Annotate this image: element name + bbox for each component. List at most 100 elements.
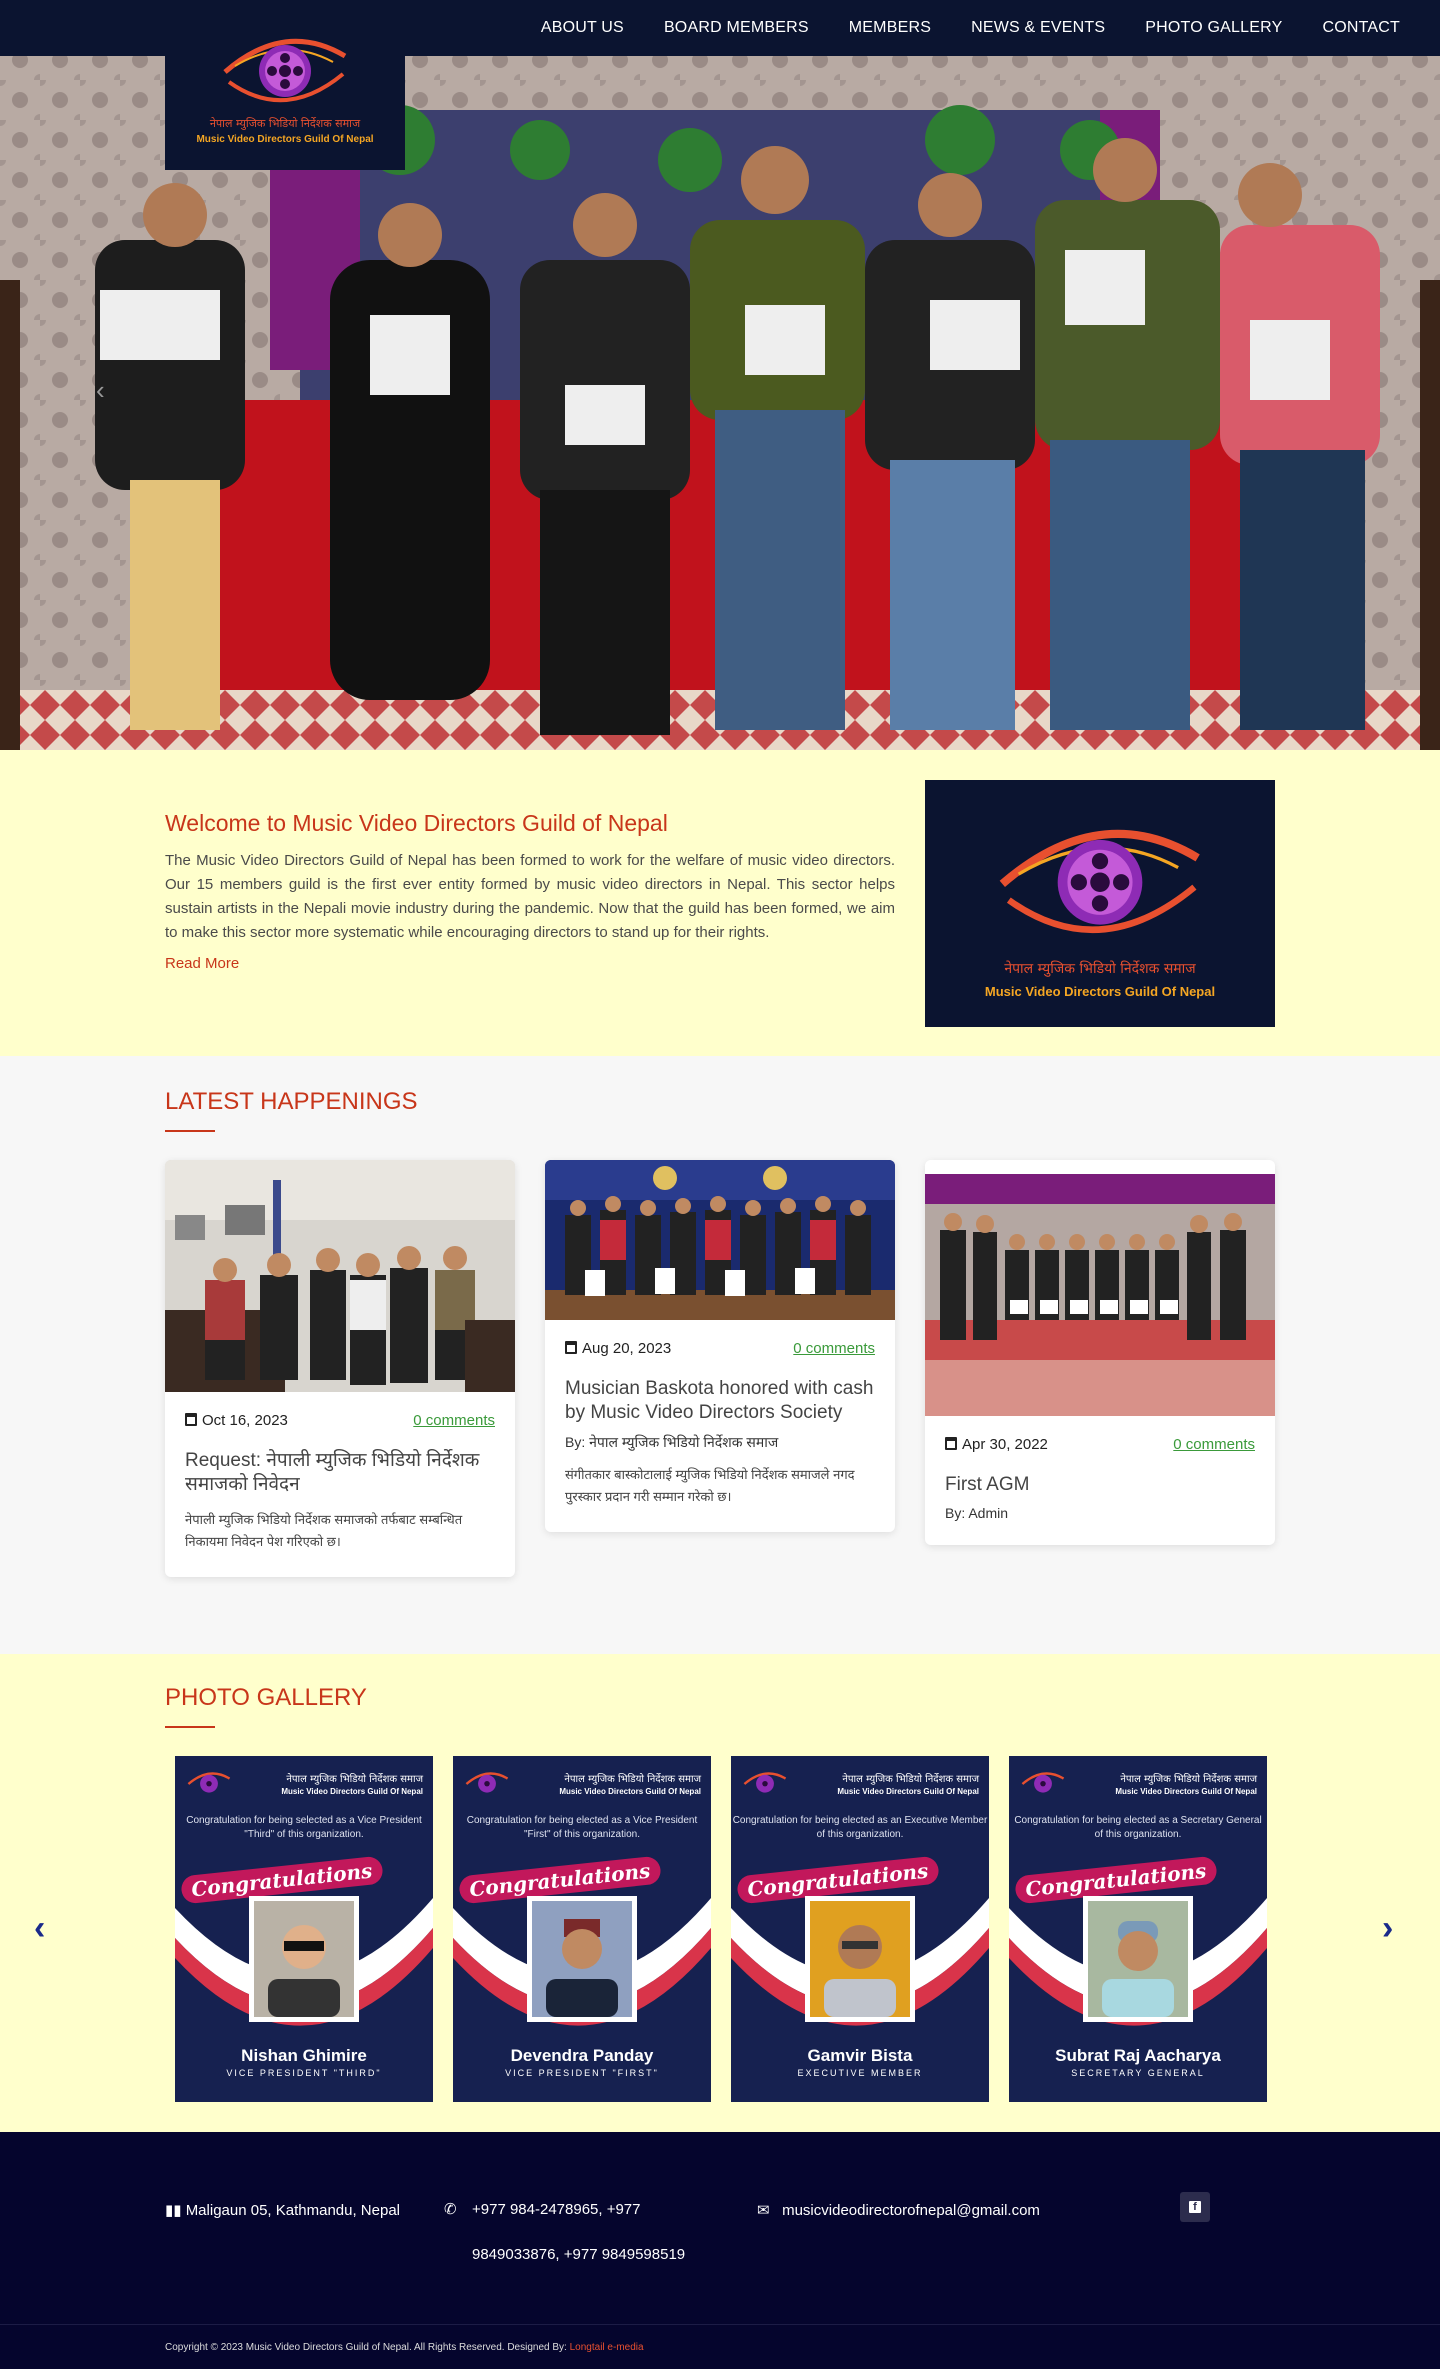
footer-address: ▮▮ Maligaun 05, Kathmandu, Nepal [165,2201,400,2219]
news-card-excerpt: संगीतकार बास्कोटालाई म्युजिक भिडियो निर्… [565,1467,855,1504]
comments-link[interactable]: 0 comments [793,1340,875,1357]
read-more-link[interactable]: Read More [165,955,239,972]
poster-header: नेपाल म्युजिक भिडियो निर्देशक समाज Music … [731,1756,989,1798]
facebook-button[interactable]: f [1180,2192,1210,2222]
section-divider [165,1130,215,1132]
footer-phone: ✆ +977 984-2478965, +977 9849033876, +97… [444,2187,704,2277]
film-reel-eye-logo-icon [187,1772,231,1793]
nav-board-members[interactable]: BOARD MEMBERS [664,19,809,37]
gallery-poster[interactable]: नेपाल म्युजिक भिडियो निर्देशक समाज Music … [175,1756,433,2102]
news-card[interactable]: Apr 30, 2022 0 comments First AGM By: Ad… [925,1160,1275,1545]
poster-logo-nepali: नेपाल म्युजिक भिडियो निर्देशक समाज [286,1773,423,1785]
gallery-prev-arrow-icon[interactable]: ‹ [34,1909,45,1948]
poster-portrait [249,1896,359,2022]
news-card-title[interactable]: Musician Baskota honored with cash by Mu… [545,1357,895,1425]
phone-icon: ✆ [444,2201,457,2218]
welcome-text-block: Welcome to Music Video Directors Guild o… [165,780,895,1027]
section-title-gallery: PHOTO GALLERY [165,1684,367,1711]
news-card-meta: Oct 16, 2023 0 comments [165,1392,515,1429]
poster-logo-nepali: नेपाल म्युजिक भिडियो निर्देशक समाज [1120,1773,1257,1785]
envelope-icon: ✉ [757,2202,770,2219]
nav-about-us[interactable]: ABOUT US [541,19,624,37]
film-reel-eye-logo-icon [223,38,347,102]
film-reel-eye-logo-icon [999,829,1200,933]
poster-logo-english: Music Video Directors Guild Of Nepal [281,1786,423,1796]
gallery-poster[interactable]: नेपाल म्युजिक भिडियो निर्देशक समाज Music … [731,1756,989,2102]
news-card[interactable]: Oct 16, 2023 0 comments Request: नेपाली … [165,1160,515,1577]
designer-link[interactable]: Longtail e-media [570,2342,644,2353]
poster-logo-nepali: नेपाल म्युजिक भिडियो निर्देशक समाज [564,1773,701,1785]
footer-phone-text[interactable]: +977 984-2478965, +977 9849033876, +977 … [472,2201,685,2263]
footer-email-link[interactable]: musicvideodirectorofnepal@gmail.com [782,2202,1040,2219]
film-reel-eye-logo-icon [465,1772,509,1793]
photo-gallery-section: PHOTO GALLERY ‹ › नेपाल म्युजिक भिडियो न… [0,1654,1440,2132]
news-card-author: By: नेपाल म्युजिक भिडियो निर्देशक समाज [565,1434,779,1450]
facebook-icon: f [1189,2201,1201,2213]
news-card-title[interactable]: First AGM [925,1453,1275,1497]
nav-photo-gallery[interactable]: PHOTO GALLERY [1145,19,1282,37]
poster-message: Congratulation for being elected as a Se… [1014,1815,1262,1840]
nav-contact[interactable]: CONTACT [1322,19,1400,37]
poster-logo-english: Music Video Directors Guild Of Nepal [1115,1786,1257,1796]
news-card-title[interactable]: Request: नेपाली म्युजिक भिडियो निर्देशक … [165,1429,515,1497]
post-date: Apr 30, 2022 [945,1436,1048,1453]
gallery-carousel: नेपाल म्युजिक भिडियो निर्देशक समाज Music … [175,1756,1267,2102]
news-card-meta: Apr 30, 2022 0 comments [925,1416,1275,1453]
poster-portrait [1083,1896,1193,2022]
section-divider [165,1726,215,1728]
calendar-icon [565,1341,577,1354]
comments-link[interactable]: 0 comments [413,1412,495,1429]
poster-message: Congratulation for being elected as a Vi… [466,1815,698,1840]
poster-message: Congratulation for being selected as a V… [186,1815,422,1840]
gallery-poster[interactable]: नेपाल म्युजिक भिडियो निर्देशक समाज Music … [453,1756,711,2102]
person-photo [532,1901,632,2017]
poster-member-role: EXECUTIVE MEMBER [797,2068,923,2078]
poster-member-name: Devendra Panday [510,2046,654,2065]
film-reel-eye-logo-icon [1021,1772,1065,1793]
post-date-text: Aug 20, 2023 [582,1340,672,1357]
poster-member-name: Subrat Raj Aacharya [1055,2046,1221,2065]
poster-header: नेपाल म्युजिक भिडियो निर्देशक समाज Music … [453,1756,711,1798]
nav-members[interactable]: MEMBERS [849,19,931,37]
logo-nepali-text: नेपाल म्युजिक भिडियो निर्देशक समाज [209,116,361,130]
post-date: Aug 20, 2023 [565,1340,671,1357]
welcome-section: Welcome to Music Video Directors Guild o… [0,750,1440,1056]
gallery-next-arrow-icon[interactable]: › [1382,1909,1393,1948]
poster-member-name: Nishan Ghimire [241,2046,367,2065]
news-card-author: By: Admin [945,1505,1009,1521]
gallery-poster[interactable]: नेपाल म्युजिक भिडियो निर्देशक समाज Music … [1009,1756,1267,2102]
hero-prev-arrow-icon[interactable]: ‹ [96,375,105,406]
news-card-image[interactable] [545,1160,895,1320]
calendar-icon [945,1437,957,1450]
news-card-image[interactable] [925,1160,1275,1416]
welcome-title: Welcome to Music Video Directors Guild o… [165,810,668,836]
person-photo [810,1901,910,2017]
footer-email: ✉ musicvideodirectorofnepal@gmail.com [757,2201,1040,2219]
person-photo [254,1901,354,2017]
news-card-meta: Aug 20, 2023 0 comments [545,1320,895,1357]
film-reel-eye-logo-icon [743,1772,787,1793]
person-photo [1088,1901,1188,2017]
nav-news-events[interactable]: NEWS & EVENTS [971,19,1105,37]
news-cards: Oct 16, 2023 0 comments Request: नेपाली … [165,1160,1275,1577]
news-card-image[interactable] [165,1160,515,1392]
post-date-text: Apr 30, 2022 [962,1436,1048,1453]
comments-link[interactable]: 0 comments [1173,1436,1255,1453]
latest-happenings-section: LATEST HAPPENINGS Oct 16, 2023 0 comment… [0,1056,1440,1654]
calendar-icon [185,1413,197,1426]
poster-header: नेपाल म्युजिक भिडियो निर्देशक समाज Music … [175,1756,433,1798]
logo-nepali-text: नेपाल म्युजिक भिडियो निर्देशक समाज [1004,960,1196,977]
poster-portrait [805,1896,915,2022]
welcome-description: The Music Video Directors Guild of Nepal… [165,852,895,941]
poster-header: नेपाल म्युजिक भिडियो निर्देशक समाज Music … [1009,1756,1267,1798]
poster-member-role: VICE PRESIDENT "THIRD" [226,2068,382,2078]
copyright-text: Copyright © 2023 Music Video Directors G… [165,2342,567,2353]
news-card[interactable]: Aug 20, 2023 0 comments Musician Baskota… [545,1160,895,1532]
map-icon: ▮▮ [165,2202,182,2219]
logo-english-text: Music Video Directors Guild Of Nepal [984,983,1216,999]
site-logo[interactable]: नेपाल म्युजिक भिडियो निर्देशक समाज Music… [165,0,405,170]
nav-menu: ABOUT US BOARD MEMBERS MEMBERS NEWS & EV… [541,0,1400,56]
post-date-text: Oct 16, 2023 [202,1412,288,1429]
poster-logo-english: Music Video Directors Guild Of Nepal [837,1786,979,1796]
poster-member-role: VICE PRESIDENT "FIRST" [505,2068,659,2078]
